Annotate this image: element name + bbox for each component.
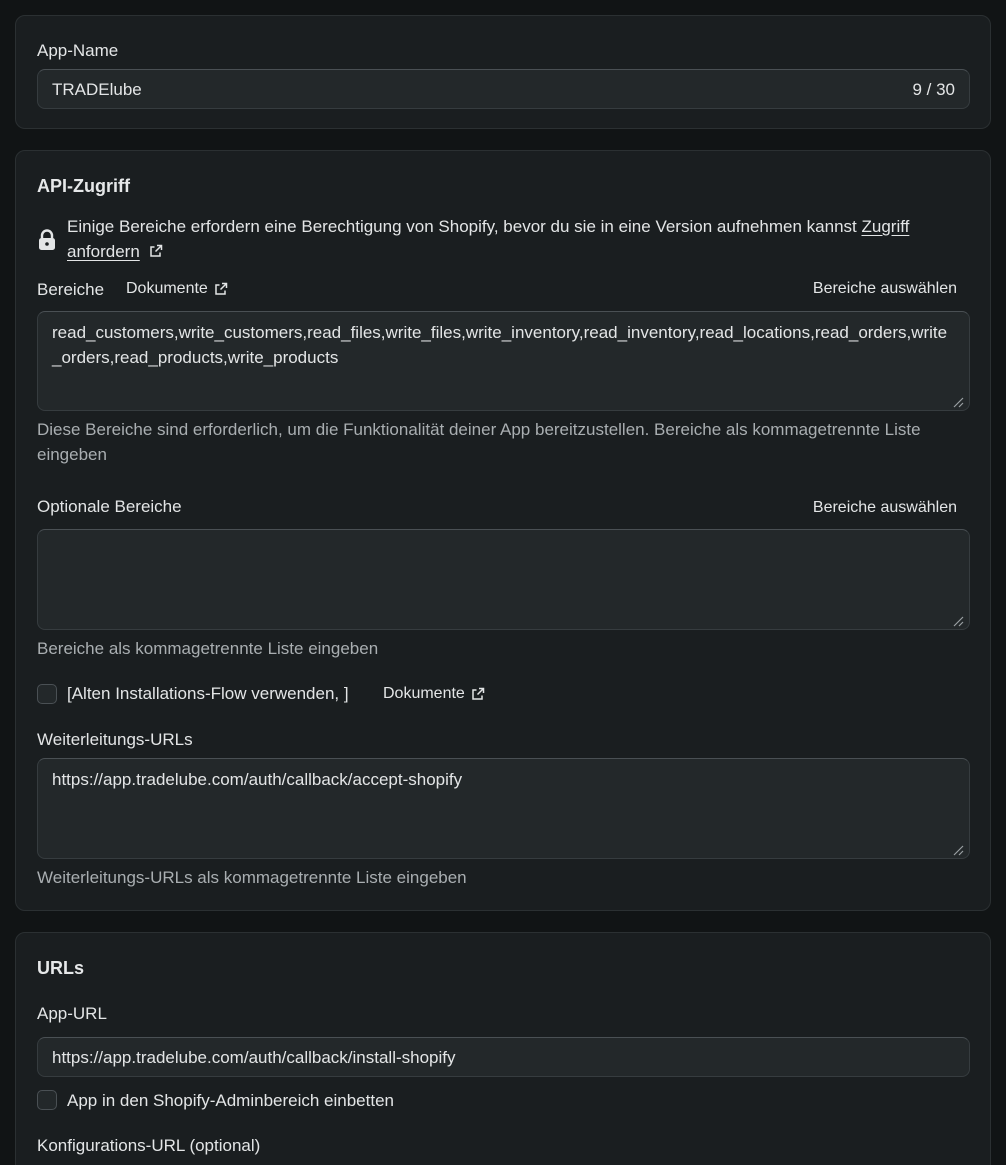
resize-handle-icon[interactable]	[952, 393, 964, 408]
optional-scopes-textarea[interactable]	[37, 529, 970, 630]
legacy-flow-docs-link[interactable]: Dokumente	[383, 685, 485, 703]
lock-icon	[37, 229, 57, 251]
resize-handle-icon[interactable]	[952, 612, 964, 627]
redirect-urls-textarea[interactable]: https://app.tradelube.com/auth/callback/…	[37, 758, 970, 859]
app-url-label: App-URL	[37, 1004, 107, 1023]
external-link-icon	[471, 687, 485, 701]
app-name-label: App-Name	[37, 41, 119, 60]
app-name-card: App-Name TRADElube 9 / 30	[15, 15, 991, 129]
optional-scopes-label: Optionale Bereiche	[37, 497, 182, 516]
external-link-icon	[214, 282, 228, 296]
app-url-input[interactable]: https://app.tradelube.com/auth/callback/…	[37, 1037, 970, 1077]
embed-admin-label[interactable]: App in den Shopify-Adminbereich einbette…	[67, 1091, 394, 1111]
urls-heading: URLs	[37, 958, 85, 978]
optional-scopes-help-text: Bereiche als kommagetrennte Liste eingeb…	[37, 639, 379, 658]
external-link-icon[interactable]	[149, 240, 163, 257]
request-access-link-part2[interactable]: anfordern	[67, 242, 140, 261]
embed-admin-checkbox[interactable]	[37, 1090, 57, 1110]
api-access-heading: API-Zugriff	[37, 176, 130, 196]
redirect-urls-help-text: Weiterleitungs-URLs als kommagetrennte L…	[37, 868, 467, 887]
scopes-docs-label: Dokumente	[126, 280, 208, 297]
scopes-textarea[interactable]: read_customers,write_customers,read_file…	[37, 311, 970, 411]
legacy-install-flow-label[interactable]: [Alten Installations-Flow verwenden, ]	[67, 684, 349, 704]
scopes-help-text: Diese Bereiche sind erforderlich, um die…	[37, 420, 921, 464]
optional-scopes-select-button[interactable]: Bereiche auswählen	[813, 499, 957, 517]
app-name-char-counter: 9 / 30	[912, 80, 955, 99]
app-name-value: TRADElube	[52, 80, 142, 99]
redirect-urls-value: https://app.tradelube.com/auth/callback/…	[52, 770, 463, 789]
scopes-select-button[interactable]: Bereiche auswählen	[813, 280, 957, 298]
urls-card: URLs App-URL https://app.tradelube.com/a…	[15, 932, 991, 1165]
scopes-value: read_customers,write_customers,read_file…	[52, 323, 948, 367]
legacy-install-flow-checkbox[interactable]	[37, 684, 57, 704]
app-url-value: https://app.tradelube.com/auth/callback/…	[52, 1048, 456, 1067]
app-name-input[interactable]: TRADElube 9 / 30	[37, 69, 970, 109]
permission-notice-text: Einige Bereiche erfordern eine Berechtig…	[67, 217, 857, 236]
api-access-card: API-Zugriff Einige Bereiche erfordern ei…	[15, 150, 991, 911]
redirect-urls-label: Weiterleitungs-URLs	[37, 730, 193, 749]
scopes-label: Bereiche	[37, 280, 105, 299]
permission-notice: Einige Bereiche erfordern eine Berechtig…	[67, 214, 967, 264]
legacy-flow-docs-label: Dokumente	[383, 685, 465, 702]
config-url-label: Konfigurations-URL (optional)	[37, 1136, 261, 1155]
resize-handle-icon[interactable]	[952, 841, 964, 856]
scopes-docs-link[interactable]: Dokumente	[126, 280, 228, 298]
request-access-link-part1[interactable]: Zugriff	[861, 217, 909, 236]
